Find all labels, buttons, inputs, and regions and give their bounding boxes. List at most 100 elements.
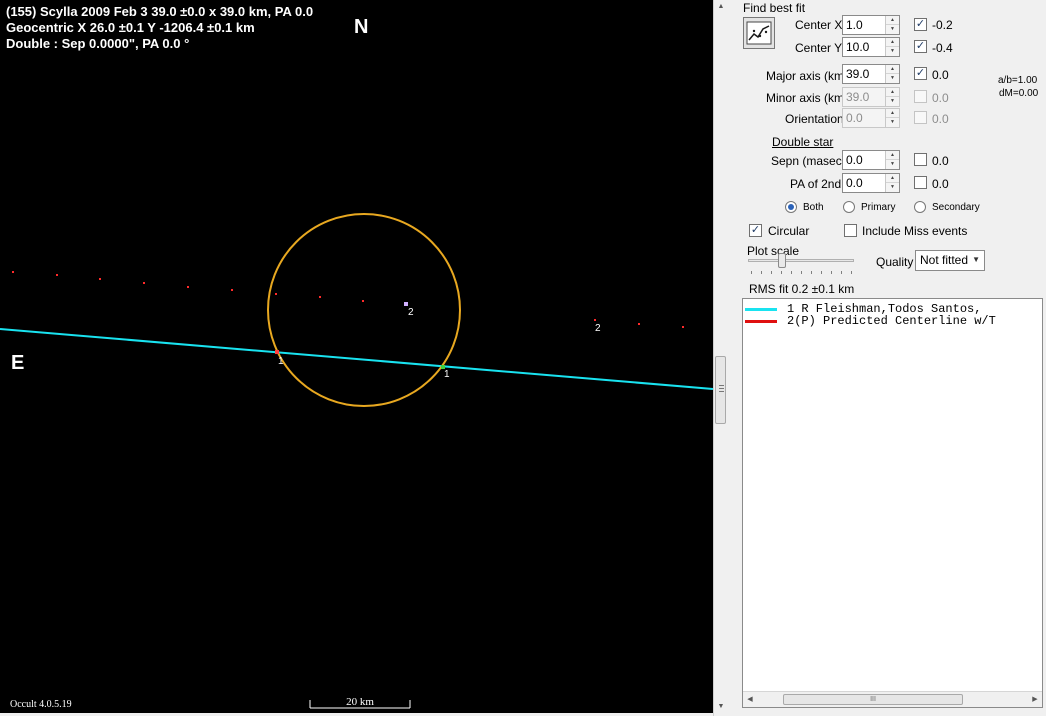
radio-both-label: Both [803,202,824,213]
predicted-path-dot [319,296,321,298]
chevron-down-icon: ▼ [972,255,980,264]
radio-both[interactable] [785,201,797,213]
major-axis-spinner[interactable]: ▲ ▼ [885,65,899,83]
center-y-value[interactable] [846,40,884,54]
major-axis-result: 0.0 [932,68,949,82]
asteroid-profile-ellipse [267,213,461,407]
pa-2nd-result: 0.0 [932,177,949,191]
radio-primary-label: Primary [861,202,896,213]
quality-label: Quality [876,255,914,269]
hscroll-thumb[interactable]: III [783,694,963,705]
include-miss-label: Include Miss events [862,224,968,238]
dm-label: dM=0.00 [999,88,1039,99]
orientation-label: Orientation [785,112,844,126]
center-y-label: Center Y [795,41,843,55]
scroll-right-icon[interactable]: ▶ [1028,692,1042,707]
center-y-spinner[interactable]: ▲ ▼ [885,38,899,56]
circular-checkbox[interactable]: ✓ [749,224,762,237]
line-color-swatch [745,320,777,323]
sepn-input[interactable]: ▲▼ [842,150,900,170]
predicted-path-dot [638,323,640,325]
fit-graph-icon [746,21,772,45]
sepn-result: 0.0 [932,154,949,168]
plot-scale-thumb[interactable] [778,253,786,268]
compass-north: N [354,16,369,38]
plot-scale-label: Plot scale [747,244,800,258]
scroll-left-icon[interactable]: ◀ [743,692,757,707]
chord-end-marker [275,350,279,354]
predicted-path-dot [231,289,233,291]
center-y-checkbox[interactable]: ✓ [914,40,927,53]
vertical-scrollbar[interactable]: ▲ ▼ [713,0,727,716]
compass-east: E [11,352,25,374]
quality-value: Not fitted [920,253,969,267]
pa-2nd-value[interactable] [846,176,884,190]
pa-2nd-label: PA of 2nd [790,177,842,191]
center-x-checkbox[interactable]: ✓ [914,18,927,31]
plot-scale-track[interactable] [748,259,854,262]
quality-select[interactable]: Not fitted ▼ [915,250,985,271]
minor-axis-input: ▲▼ [842,87,900,107]
predicted-label: 2 [595,323,601,334]
predicted-path-dot [187,286,189,288]
pa-2nd-input[interactable]: ▲▼ [842,173,900,193]
scroll-down-icon[interactable]: ▼ [714,700,728,714]
chord-label: 1 [444,369,450,380]
sepn-label: Sepn (masec) [771,154,846,168]
major-axis-value[interactable] [846,67,884,81]
predicted-path-dot [56,274,58,276]
major-axis-checkbox[interactable]: ✓ [914,67,927,80]
plot-header-line-1: (155) Scylla 2009 Feb 3 39.0 ±0.0 x 39.0… [6,4,314,19]
center-x-result: -0.2 [932,18,953,32]
predicted-label: 2 [408,307,414,318]
center-x-value[interactable] [846,18,884,32]
orientation-checkbox [914,111,927,124]
center-y-input[interactable]: ▲▼ [842,37,900,57]
horizontal-scrollbar[interactable]: ◀ III ▶ [743,691,1042,707]
sepn-value[interactable] [846,153,884,167]
fit-panel: Find best fit Center X ▲▼ ✓ -0.2 Center … [728,0,1046,716]
find-best-fit-button[interactable] [743,17,775,49]
predicted-path-dot [143,282,145,284]
sepn-checkbox[interactable] [914,153,927,166]
observers-list[interactable]: 1 R Fleishman,Todos Santos, 2(P) Predict… [742,298,1043,708]
center-y-result: -0.4 [932,41,953,55]
double-star-heading: Double star [772,135,834,149]
predicted-path-dot [12,271,14,273]
pa-2nd-spinner[interactable]: ▲ ▼ [885,174,899,192]
scroll-up-icon[interactable]: ▲ [714,0,728,14]
plot-header-line-3: Double : Sep 0.0000", PA 0.0 ° [6,36,190,51]
predicted-path-dot [362,300,364,302]
find-best-fit-title: Find best fit [743,1,806,15]
orientation-input: ▲▼ [842,108,900,128]
radio-primary[interactable] [843,201,855,213]
predicted-path-dot [682,326,684,328]
minor-axis-result: 0.0 [932,91,949,105]
major-axis-input[interactable]: ▲▼ [842,64,900,84]
predicted-path-dots [12,271,684,328]
minor-axis-spinner: ▲ ▼ [885,88,899,106]
radio-secondary-label: Secondary [932,202,980,213]
plot-header-line-2: Geocentric X 26.0 ±0.1 Y -1206.4 ±0.1 km [6,20,255,35]
center-x-input[interactable]: ▲▼ [842,15,900,35]
chord-label: 1 [278,356,284,367]
list-item-text: 2(P) Predicted Centerline w/T [787,314,996,328]
line-color-swatch [745,308,777,311]
pa-2nd-checkbox[interactable] [914,176,927,189]
orientation-result: 0.0 [932,112,949,126]
scroll-thumb[interactable] [715,356,726,424]
minor-axis-checkbox [914,90,927,103]
center-x-label: Center X [795,18,843,32]
rms-fit-label: RMS fit 0.2 ±0.1 km [749,282,855,296]
include-miss-checkbox[interactable] [844,224,857,237]
predicted-path-dot [275,293,277,295]
version-label: Occult 4.0.5.19 [10,699,72,710]
circular-label: Circular [768,224,810,238]
center-x-spinner[interactable]: ▲ ▼ [885,16,899,34]
occultation-plot[interactable]: 1 1 2 2 (155) Scylla 2009 Feb 3 39.0 ±0.… [0,0,713,713]
predicted-path-dot [594,319,596,321]
minor-axis-value [846,90,884,104]
scale-label: 20 km [346,696,374,708]
sepn-spinner[interactable]: ▲ ▼ [885,151,899,169]
radio-secondary[interactable] [914,201,926,213]
